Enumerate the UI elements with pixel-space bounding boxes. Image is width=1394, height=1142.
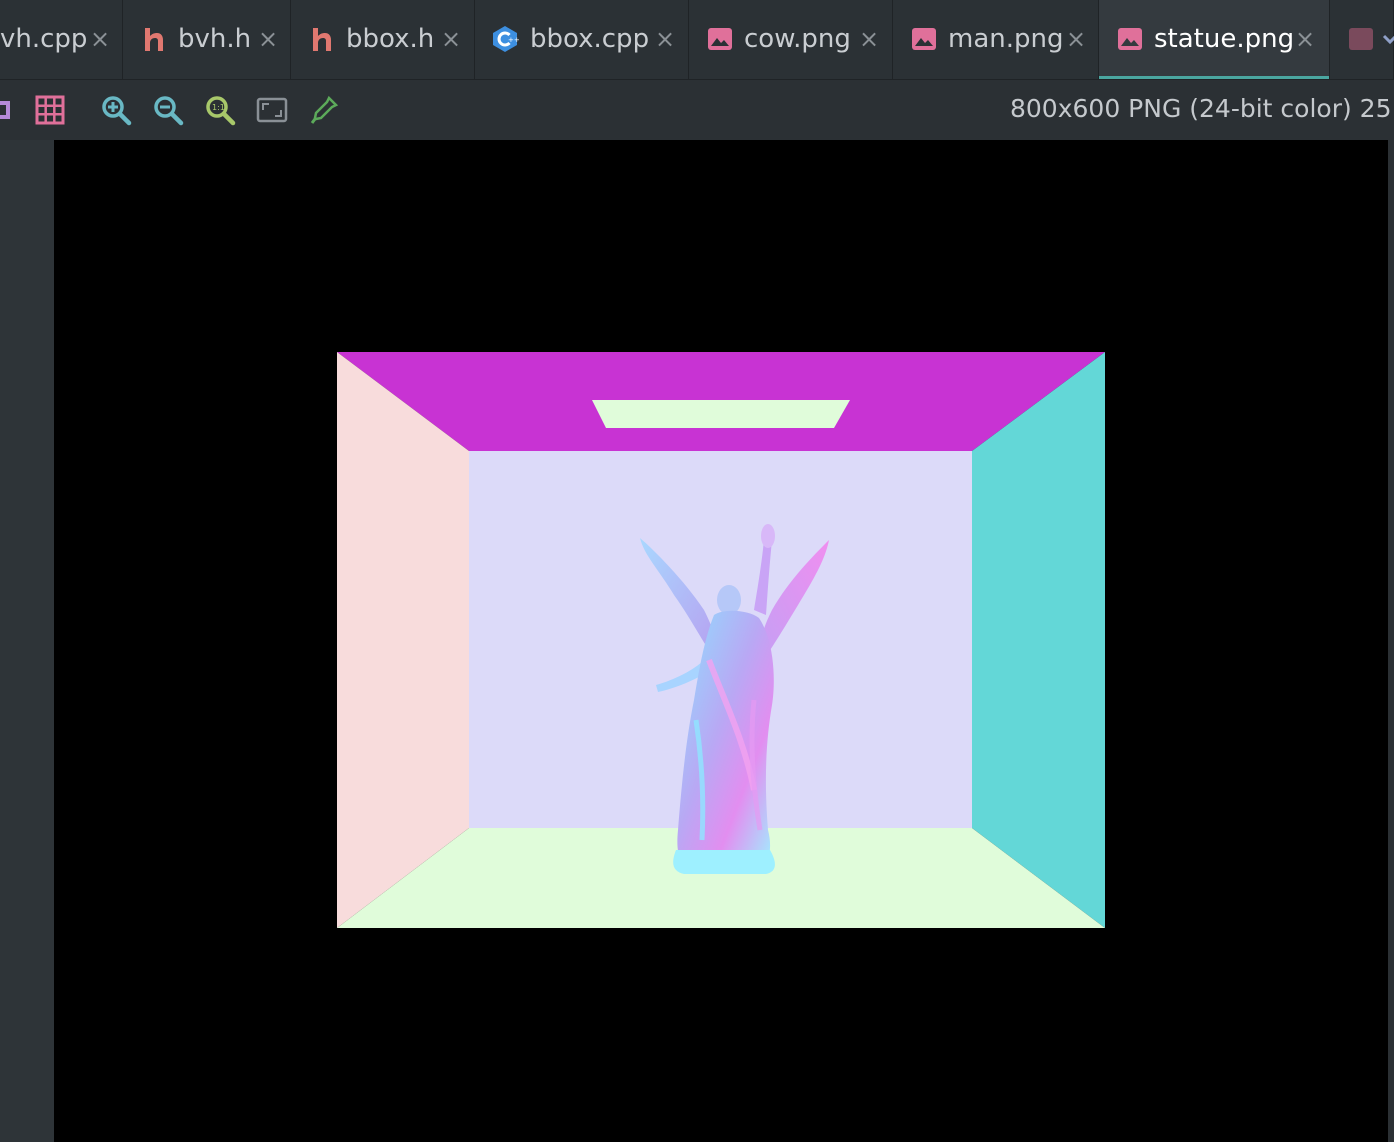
fit-to-window-icon[interactable] <box>255 93 289 127</box>
tab-vh-cpp[interactable]: vh.cpp × <box>0 0 123 79</box>
close-icon[interactable]: × <box>1295 22 1315 56</box>
header-file-icon <box>313 28 331 51</box>
ceiling-light <box>592 400 850 428</box>
tab-bvh-h[interactable]: bvh.h × <box>123 0 291 79</box>
tab-label: bbox.h <box>346 24 435 54</box>
close-icon[interactable]: × <box>258 22 278 56</box>
tab-label: cow.png <box>744 24 851 54</box>
close-icon[interactable]: × <box>90 22 110 56</box>
image-canvas[interactable] <box>54 140 1388 1142</box>
close-icon[interactable]: × <box>859 22 879 56</box>
svg-text:++: ++ <box>508 36 519 44</box>
rendered-image <box>54 140 1388 1142</box>
cpp-file-icon: ++ <box>493 26 519 52</box>
image-editor-window: vh.cpp × bvh.h × bbox.h × ++ bbox.cpp × <box>0 0 1394 1142</box>
background-toggle-icon[interactable] <box>0 93 14 127</box>
image-toolbar: 1:1 800x600 PNG (24-bit color) 25 <box>0 80 1394 138</box>
image-file-icon <box>912 28 936 50</box>
tab-label: statue.png <box>1154 24 1295 54</box>
color-picker-icon[interactable] <box>307 93 341 127</box>
close-icon[interactable]: × <box>655 22 675 56</box>
left-wall <box>337 352 469 928</box>
zoom-in-icon[interactable] <box>99 93 133 127</box>
tab-label: bvh.h <box>178 24 252 54</box>
right-wall <box>972 352 1105 928</box>
image-file-icon <box>708 28 732 50</box>
close-icon[interactable]: × <box>1066 22 1086 56</box>
close-icon[interactable]: × <box>441 22 461 56</box>
image-file-icon <box>1349 28 1373 50</box>
image-info-label: 800x600 PNG (24-bit color) 25 <box>1010 94 1392 123</box>
image-file-icon <box>1118 28 1142 50</box>
chevron-down-icon[interactable] <box>1380 28 1394 50</box>
svg-text:1:1: 1:1 <box>212 103 225 112</box>
tab-man-png[interactable]: man.png × <box>893 0 1099 79</box>
tab-statue-png[interactable]: statue.png × <box>1099 0 1330 79</box>
tab-label: bbox.cpp <box>530 24 650 54</box>
zoom-out-icon[interactable] <box>151 93 185 127</box>
viewer-right-edge <box>1388 140 1394 1142</box>
tab-label: vh.cpp <box>0 24 88 54</box>
tab-label: man.png <box>948 24 1064 54</box>
tab-partial[interactable] <box>1330 0 1394 79</box>
tab-bbox-h[interactable]: bbox.h × <box>291 0 475 79</box>
grid-icon[interactable] <box>33 93 67 127</box>
left-gutter <box>0 140 54 1142</box>
editor-tab-bar: vh.cpp × bvh.h × bbox.h × ++ bbox.cpp × <box>0 0 1394 80</box>
header-file-icon <box>145 28 163 51</box>
actual-size-icon[interactable]: 1:1 <box>203 93 237 127</box>
tab-cow-png[interactable]: cow.png × <box>689 0 893 79</box>
tab-bbox-cpp[interactable]: ++ bbox.cpp × <box>475 0 689 79</box>
